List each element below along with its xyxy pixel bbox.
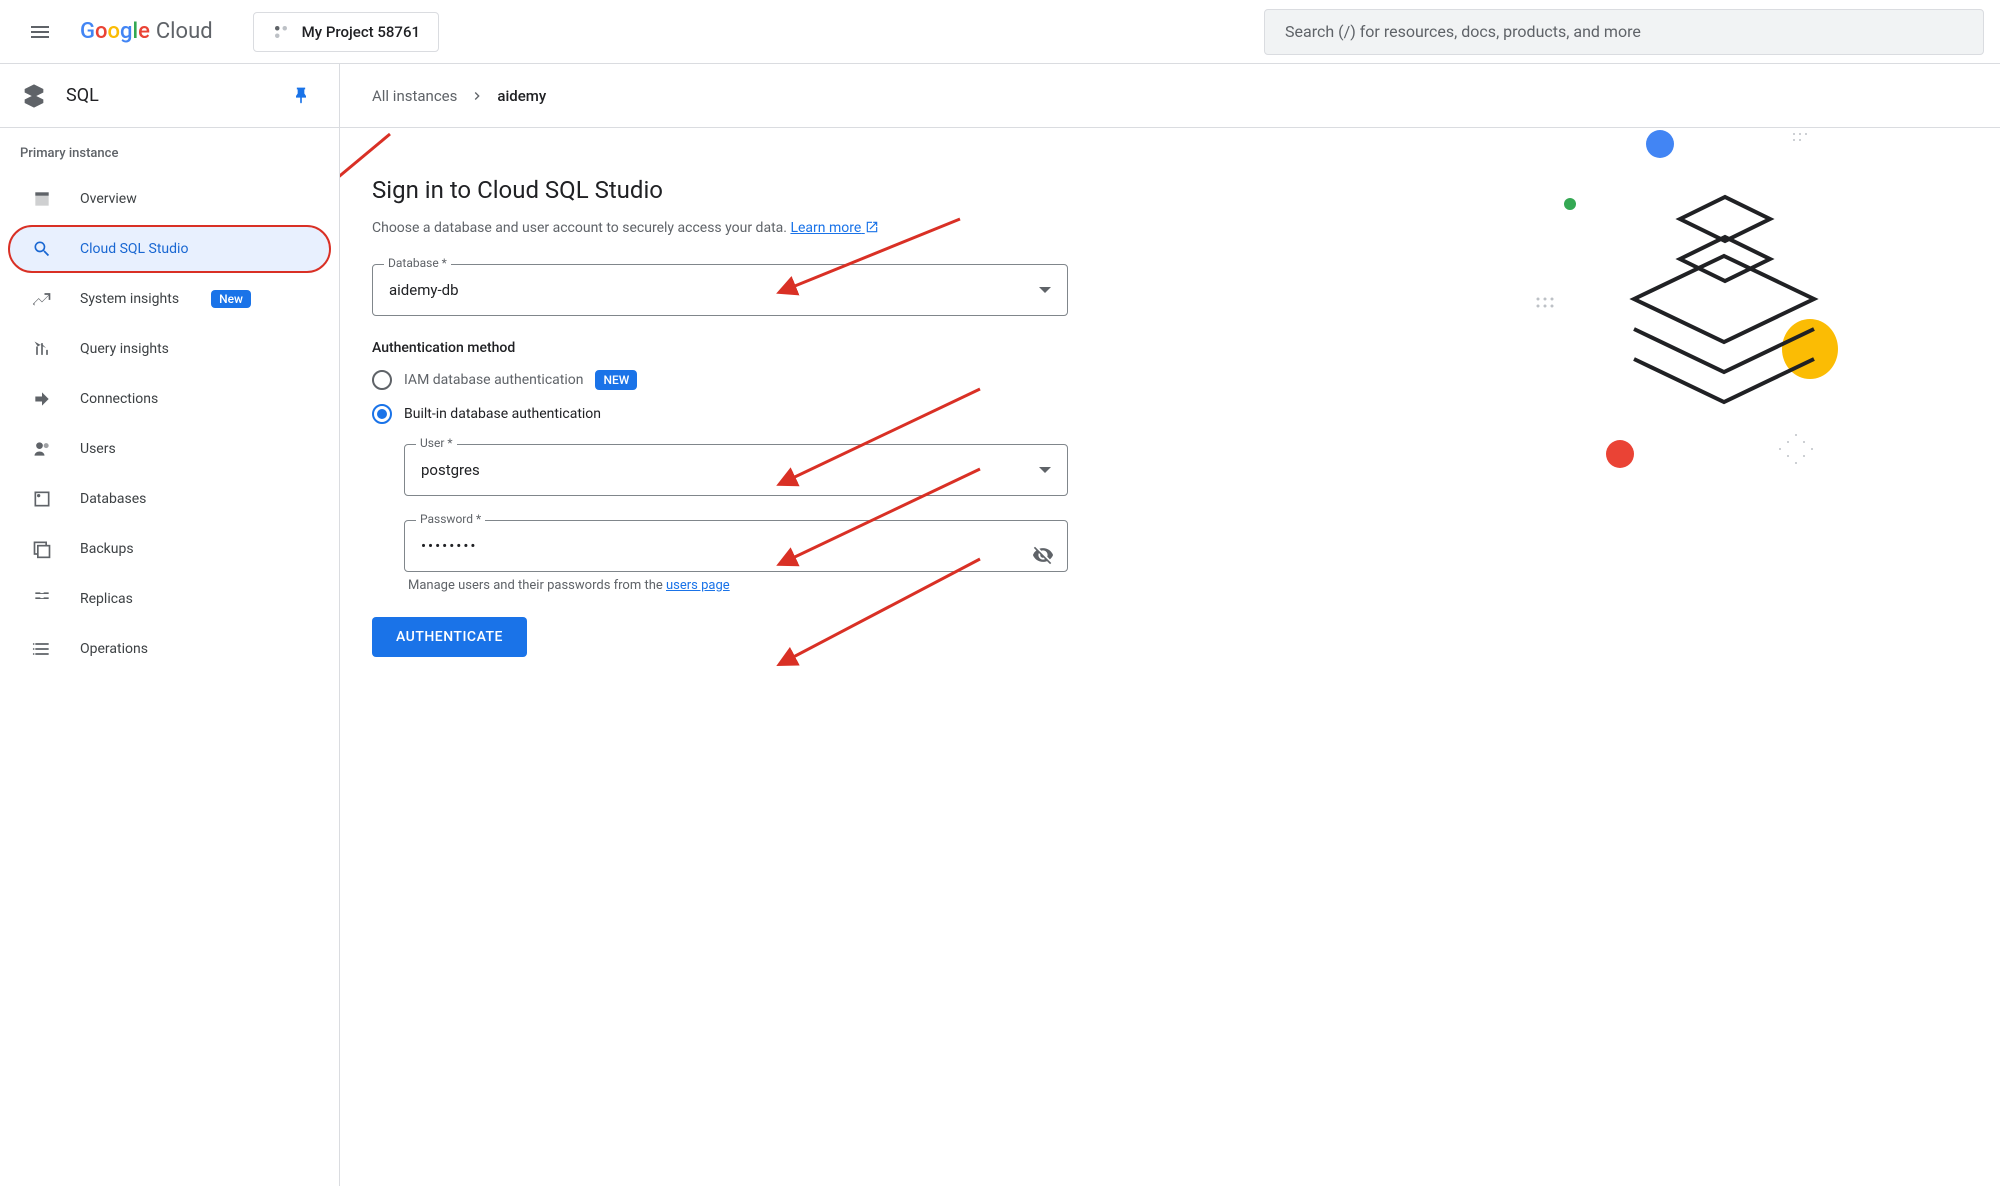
chevron-down-icon [1039, 287, 1051, 293]
hamburger-menu-button[interactable] [16, 8, 64, 56]
nav-label: Connections [80, 391, 158, 407]
sidebar-title: SQL [66, 85, 265, 106]
sidebar-item-replicas[interactable]: Replicas [8, 575, 331, 623]
eye-off-icon [1032, 544, 1054, 566]
sidebar-item-system-insights[interactable]: System insights New [8, 275, 331, 323]
search-icon [30, 237, 54, 261]
project-name: My Project 58761 [302, 23, 420, 41]
overview-icon [30, 187, 54, 211]
subtitle: Choose a database and user account to se… [372, 220, 1068, 236]
connections-icon [30, 387, 54, 411]
new-badge: New [211, 290, 251, 308]
sidebar-item-backups[interactable]: Backups [8, 525, 331, 573]
auth-iam-radio[interactable]: IAM database authentication NEW [372, 370, 1068, 390]
nav-label: Databases [80, 491, 146, 507]
chevron-down-icon [1039, 467, 1051, 473]
user-label: User * [416, 436, 457, 450]
replicas-icon [30, 587, 54, 611]
database-icon [30, 487, 54, 511]
chevron-right-icon [469, 88, 485, 104]
user-value: postgres [421, 461, 480, 479]
password-value: •••••••• [421, 537, 478, 555]
brand-text: Cloud [156, 19, 213, 44]
nav-list: Overview Cloud SQL Studio System insight… [0, 169, 339, 679]
sidebar-item-users[interactable]: Users [8, 425, 331, 473]
breadcrumb-current: aidemy [497, 87, 546, 105]
sql-icon [20, 82, 48, 110]
sidebar: SQL Primary instance Overview Cloud SQL … [0, 64, 340, 1186]
external-link-icon [865, 220, 879, 234]
toggle-password-visibility[interactable] [1032, 544, 1054, 570]
project-icon [272, 23, 290, 41]
database-select[interactable]: aidemy-db [372, 264, 1068, 316]
auth-method-label: Authentication method [372, 340, 1068, 356]
project-selector[interactable]: My Project 58761 [253, 12, 439, 52]
operations-icon [30, 637, 54, 661]
sidebar-item-cloud-sql-studio[interactable]: Cloud SQL Studio [8, 225, 331, 273]
sidebar-item-overview[interactable]: Overview [8, 175, 331, 223]
menu-icon [28, 20, 52, 44]
backup-icon [30, 537, 54, 561]
breadcrumb-root[interactable]: All instances [372, 87, 457, 105]
users-icon [30, 437, 54, 461]
nav-label: Users [80, 441, 116, 457]
user-select[interactable]: postgres [404, 444, 1068, 496]
pin-button[interactable] [283, 78, 319, 114]
insights-icon [30, 287, 54, 311]
nav-label: Replicas [80, 591, 133, 607]
nav-label: Cloud SQL Studio [80, 241, 188, 257]
learn-more-link[interactable]: Learn more [790, 220, 878, 236]
page-title: Sign in to Cloud SQL Studio [372, 176, 1068, 204]
decorative-illustration [1530, 104, 1990, 584]
password-label: Password * [416, 512, 485, 526]
authenticate-button[interactable]: AUTHENTICATE [372, 617, 527, 657]
sidebar-item-query-insights[interactable]: Query insights [8, 325, 331, 373]
nav-label: Overview [80, 191, 137, 207]
users-page-link[interactable]: users page [666, 578, 730, 593]
chart-icon [30, 337, 54, 361]
breadcrumb: All instances aidemy [340, 64, 2000, 128]
radio-icon [372, 370, 392, 390]
sidebar-item-databases[interactable]: Databases [8, 475, 331, 523]
new-badge: NEW [595, 370, 637, 390]
database-label: Database * [384, 256, 451, 270]
password-input[interactable]: •••••••• [404, 520, 1068, 572]
database-value: aidemy-db [389, 281, 459, 299]
nav-label: System insights [80, 291, 179, 307]
search-placeholder: Search (/) for resources, docs, products… [1285, 22, 1641, 41]
nav-label: Query insights [80, 341, 169, 357]
top-bar: Google Cloud My Project 58761 Search (/)… [0, 0, 2000, 64]
radio-icon [372, 404, 392, 424]
nav-label: Operations [80, 641, 148, 657]
google-cloud-logo[interactable]: Google Cloud [80, 19, 213, 44]
sidebar-item-operations[interactable]: Operations [8, 625, 331, 673]
auth-builtin-radio[interactable]: Built-in database authentication [372, 404, 1068, 424]
radio-label: Built-in database authentication [404, 406, 601, 422]
radio-label: IAM database authentication [404, 372, 583, 388]
search-input[interactable]: Search (/) for resources, docs, products… [1264, 9, 1984, 55]
password-hint: Manage users and their passwords from th… [404, 578, 1068, 593]
nav-label: Backups [80, 541, 134, 557]
section-label: Primary instance [0, 128, 339, 169]
main-content: All instances aidemy Sign in to Cloud SQ… [340, 64, 2000, 1186]
sidebar-item-connections[interactable]: Connections [8, 375, 331, 423]
pin-icon [291, 86, 311, 106]
